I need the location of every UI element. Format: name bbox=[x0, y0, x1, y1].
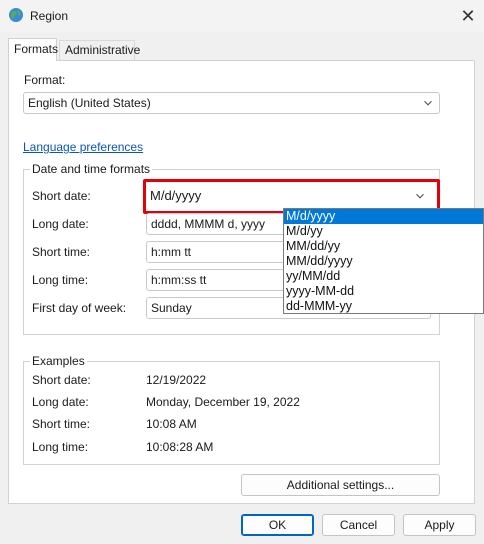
long-time-label: Long time: bbox=[32, 273, 89, 287]
tab-administrative[interactable]: Administrative bbox=[59, 40, 140, 60]
close-button[interactable]: ✕ bbox=[456, 4, 480, 28]
chevron-down-icon bbox=[424, 100, 432, 106]
window-title: Region bbox=[30, 9, 69, 23]
example-long-date-label: Long date: bbox=[32, 395, 89, 409]
format-select[interactable]: English (United States) bbox=[23, 92, 440, 114]
language-preferences-link[interactable]: Language preferences bbox=[23, 140, 143, 154]
globe-icon bbox=[9, 8, 23, 22]
tab-formats[interactable]: Formats bbox=[8, 38, 58, 61]
example-short-date-value: 12/19/2022 bbox=[146, 373, 207, 387]
dropdown-option[interactable]: yy/MM/dd bbox=[284, 269, 483, 284]
dropdown-option[interactable]: yyyy-MM-dd bbox=[284, 284, 483, 299]
format-label: Format: bbox=[24, 73, 66, 87]
short-time-value: h:mm tt bbox=[151, 245, 192, 259]
example-long-date-value: Monday, December 19, 2022 bbox=[146, 395, 300, 409]
long-time-value: h:mm:ss tt bbox=[151, 273, 207, 287]
examples-title: Examples bbox=[30, 354, 87, 368]
example-short-time-value: 10:08 AM bbox=[146, 417, 197, 431]
long-date-label: Long date: bbox=[32, 217, 89, 231]
cancel-button[interactable]: Cancel bbox=[322, 514, 395, 536]
example-short-time-label: Short time: bbox=[32, 417, 91, 431]
dropdown-option[interactable]: M/d/yy bbox=[284, 224, 483, 239]
format-value: English (United States) bbox=[28, 96, 151, 110]
short-date-dropdown-list[interactable]: M/d/yyyy M/d/yy MM/dd/yy MM/dd/yyyy yy/M… bbox=[283, 208, 484, 314]
example-short-date-label: Short date: bbox=[32, 373, 91, 387]
additional-settings-button[interactable]: Additional settings... bbox=[241, 474, 440, 496]
title-bar bbox=[0, 0, 484, 32]
apply-button[interactable]: Apply bbox=[403, 514, 476, 536]
long-date-value: dddd, MMMM d, yyyy bbox=[151, 217, 266, 231]
example-long-time-label: Long time: bbox=[32, 440, 89, 454]
first-day-value: Sunday bbox=[151, 301, 192, 315]
dropdown-option[interactable]: MM/dd/yyyy bbox=[284, 254, 483, 269]
dropdown-option[interactable]: M/d/yyyy bbox=[284, 209, 483, 224]
date-time-formats-title: Date and time formats bbox=[30, 162, 153, 176]
ok-button[interactable]: OK bbox=[241, 514, 314, 536]
short-time-label: Short time: bbox=[32, 245, 91, 259]
short-date-label: Short date: bbox=[32, 189, 91, 203]
example-long-time-value: 10:08:28 AM bbox=[146, 440, 214, 454]
dropdown-option[interactable]: MM/dd/yy bbox=[284, 239, 483, 254]
dropdown-option[interactable]: dd-MMM-yy bbox=[284, 299, 483, 314]
first-day-label: First day of week: bbox=[32, 301, 127, 315]
